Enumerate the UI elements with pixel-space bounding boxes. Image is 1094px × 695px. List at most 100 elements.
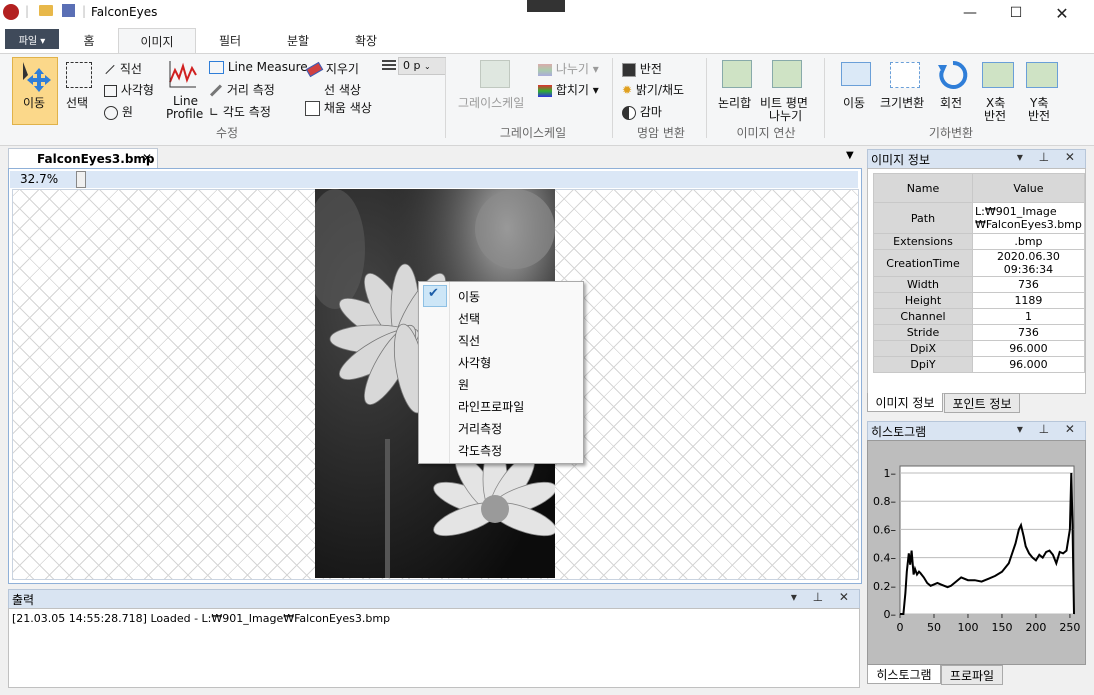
line-tool-button[interactable]: 직선 <box>104 60 142 77</box>
doc-list-dropdown-icon[interactable]: ▼ <box>846 150 854 161</box>
circle-icon <box>104 105 118 120</box>
document-tab[interactable]: FalconEyes3.bmp ✕ <box>8 148 158 170</box>
tab-home[interactable]: 홈 <box>66 28 112 53</box>
merge-label: 합치기 <box>555 83 589 97</box>
document-tab-label: FalconEyes3.bmp <box>37 152 155 166</box>
menu-item-circle[interactable]: 원 <box>420 372 582 394</box>
rect-tool-button[interactable]: 사각형 <box>104 81 154 98</box>
line-profile-button[interactable]: Line Profile <box>163 58 204 121</box>
x-tick-label: 100 <box>957 621 978 634</box>
ribbon-separator <box>445 58 446 138</box>
open-folder-icon[interactable] <box>39 5 53 16</box>
gamma-button[interactable]: 감마 <box>622 103 662 120</box>
x-tick-label: 50 <box>927 621 941 634</box>
brightness-button[interactable]: ✹ 밝기/채도 <box>622 81 684 98</box>
select-tool-button[interactable]: 선택 <box>62 58 94 118</box>
invert-button[interactable]: 반전 <box>622 60 662 77</box>
menu-item-line[interactable]: 직선 <box>420 328 582 350</box>
move-tool-button[interactable]: 이동 <box>12 57 58 125</box>
info-key: Width <box>873 276 973 293</box>
distance-measure-button[interactable]: 거리 측정 <box>209 81 275 98</box>
y-flip-icon <box>1026 62 1058 88</box>
rect-label: 사각형 <box>120 83 154 97</box>
y-tick-label: 0.2– <box>873 580 896 593</box>
close-button[interactable]: ✕ <box>1039 0 1085 26</box>
info-key: Channel <box>873 308 973 325</box>
title-bar: | | FalconEyes — ☐ ✕ <box>0 0 1094 26</box>
bitplane-button[interactable]: 비트 평면 나누기 <box>760 58 814 123</box>
save-icon[interactable] <box>62 4 75 17</box>
fill-color-button[interactable]: 채움 색상 <box>305 99 372 116</box>
menu-item-label: 원 <box>458 378 470 392</box>
menu-item-line-profile[interactable]: 라인프로파일 <box>420 394 582 416</box>
menu-item-select[interactable]: 선택 <box>420 306 582 328</box>
line-color-button[interactable]: 선 색상 <box>324 81 361 98</box>
geo-move-button[interactable]: 이동 <box>836 58 874 120</box>
menu-item-label: 사각형 <box>458 356 492 370</box>
group-image-op-label: 이미지 연산 <box>736 126 796 140</box>
col-name-header: Name <box>873 173 973 203</box>
info-key: DpiY <box>873 356 973 373</box>
menu-item-label: 선택 <box>458 312 481 326</box>
x-flip-button[interactable]: X축 반전 <box>978 58 1018 123</box>
circle-tool-button[interactable]: 원 <box>104 103 133 120</box>
drag-handle[interactable] <box>527 0 565 12</box>
output-panel-header: 출력 ▾ ⊥ ✕ <box>8 589 860 609</box>
invert-label: 반전 <box>639 62 662 76</box>
menu-item-move[interactable]: ✔ 이동 <box>420 284 582 307</box>
x-flip-label-2: 반전 <box>984 109 1007 123</box>
info-key: CreationTime <box>873 249 973 277</box>
output-log-line: [21.03.05 14:55:28.718] Loaded - L:₩901_… <box>12 612 391 625</box>
col-value-header: Value <box>972 173 1085 203</box>
tab-point-info[interactable]: 포인트 정보 <box>944 393 1020 413</box>
menu-item-distance[interactable]: 거리측정 <box>420 416 582 438</box>
tab-profile[interactable]: 프로파일 <box>941 665 1003 685</box>
panel-controls-icons[interactable]: ▾ ⊥ ✕ <box>1017 422 1081 436</box>
grayscale-button[interactable]: 그레이스케일 <box>456 58 532 110</box>
zoom-slider-thumb[interactable] <box>76 171 86 188</box>
maximize-button[interactable]: ☐ <box>993 0 1039 26</box>
gamma-icon <box>622 105 636 120</box>
tab-image[interactable]: 이미지 <box>118 28 196 54</box>
panel-controls-icons[interactable]: ▾ ⊥ ✕ <box>1017 150 1081 164</box>
y-flip-button[interactable]: Y축 반전 <box>1022 58 1062 123</box>
menu-item-label: 라인프로파일 <box>458 400 525 414</box>
eraser-button[interactable]: 지우기 <box>305 60 359 78</box>
file-menu-button[interactable]: 파일 ▾ <box>5 29 59 49</box>
resize-button[interactable]: 크기변환 <box>878 58 930 120</box>
line-profile-label-2: Profile <box>166 107 204 121</box>
info-value: L:₩901_Image <box>975 205 1057 218</box>
tab-extend[interactable]: 확장 <box>336 28 396 53</box>
window-title: FalconEyes <box>91 5 158 19</box>
x-tick-label: 200 <box>1025 621 1046 634</box>
close-tab-icon[interactable]: ✕ <box>142 151 152 165</box>
histogram-title: 히스토그램 <box>871 425 927 439</box>
rotate-button[interactable]: 회전 <box>934 58 972 120</box>
angle-measure-button[interactable]: ∟ 각도 측정 <box>209 103 271 120</box>
tab-split[interactable]: 분할 <box>268 28 328 53</box>
output-panel: [21.03.05 14:55:28.718] Loaded - L:₩901_… <box>8 608 860 688</box>
y-tick-label: 1– <box>884 467 897 480</box>
x-tick-label: 0 <box>897 621 904 634</box>
angle-icon: ∟ <box>209 105 220 119</box>
logic-sum-button[interactable]: 논리합 <box>714 58 758 122</box>
x-tick-label: 250 <box>1059 621 1080 634</box>
tab-histogram[interactable]: 히스토그램 <box>867 665 941 684</box>
menu-item-angle[interactable]: 각도측정 <box>420 438 582 460</box>
ribbon-separator <box>706 58 707 138</box>
menu-item-rect[interactable]: 사각형 <box>420 350 582 372</box>
panel-controls-icons[interactable]: ▾ ⊥ ✕ <box>791 590 855 604</box>
line-measure-button[interactable]: Line Measure <box>209 60 308 74</box>
angle-label: 각도 측정 <box>222 105 271 119</box>
select-rect-icon <box>66 62 92 88</box>
tab-image-info[interactable]: 이미지 정보 <box>867 393 943 412</box>
minimize-button[interactable]: — <box>947 0 993 26</box>
merge-button[interactable]: 합치기 ▾ <box>538 81 599 98</box>
gamma-label: 감마 <box>639 105 662 119</box>
group-geometry-label: 기하변환 <box>928 126 974 140</box>
tab-filter[interactable]: 필터 <box>200 28 260 53</box>
fill-color-swatch <box>305 101 320 116</box>
thickness-dropdown[interactable]: 0 p ⌄ <box>398 57 446 75</box>
divide-button[interactable]: 나누기 ▾ <box>538 60 599 77</box>
info-value: .bmp <box>972 233 1085 250</box>
